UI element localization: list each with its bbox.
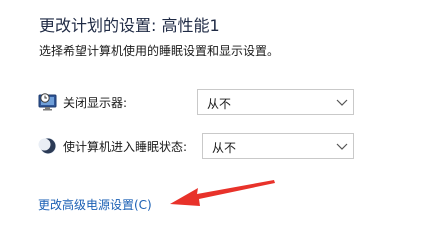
chevron-down-icon bbox=[336, 143, 348, 150]
turn-off-display-label: 关闭显示器: bbox=[63, 96, 128, 110]
moon-icon bbox=[38, 138, 56, 154]
sleep-dropdown[interactable]: 从不 bbox=[202, 133, 354, 159]
red-arrow-icon bbox=[170, 180, 275, 206]
turn-off-display-row: 关闭显示器: 从不 bbox=[38, 89, 356, 115]
sleep-row: 使计算机进入睡眠状态: 从不 bbox=[38, 133, 356, 159]
chevron-down-icon bbox=[336, 99, 348, 106]
sleep-value: 从不 bbox=[212, 141, 237, 155]
turn-off-display-value: 从不 bbox=[207, 97, 232, 111]
page-subtitle: 选择希望计算机使用的睡眠设置和显示设置。 bbox=[39, 44, 280, 58]
monitor-clock-icon bbox=[38, 93, 57, 111]
turn-off-display-dropdown[interactable]: 从不 bbox=[197, 89, 354, 115]
power-plan-settings-page: 更改计划的设置: 高性能1 选择希望计算机使用的睡眠设置和显示设置。 关闭显示器… bbox=[0, 0, 438, 244]
sleep-label: 使计算机进入睡眠状态: bbox=[63, 140, 188, 154]
advanced-power-settings-link[interactable]: 更改高级电源设置(C) bbox=[38, 196, 152, 213]
page-title: 更改计划的设置: 高性能1 bbox=[39, 16, 220, 35]
